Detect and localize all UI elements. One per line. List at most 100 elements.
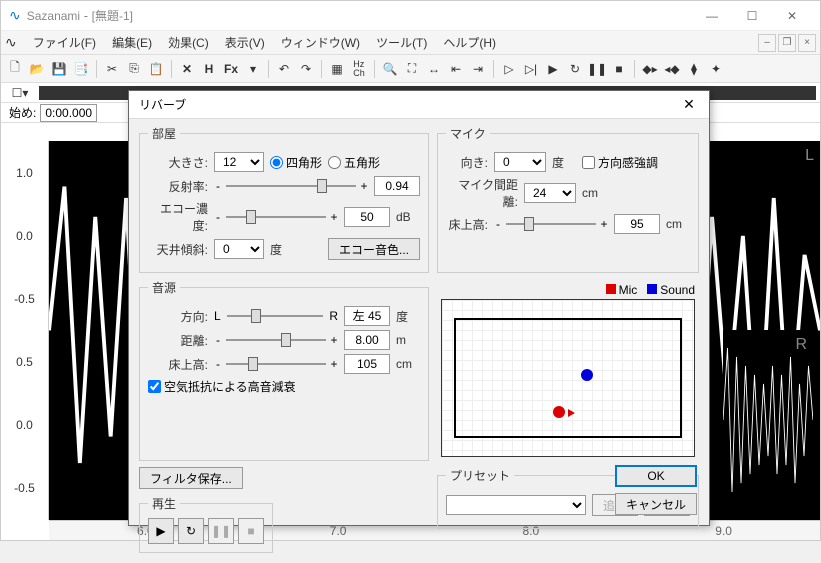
reflect-label: 反射率: xyxy=(148,178,208,195)
ceiling-label: 天井傾斜: xyxy=(148,241,208,258)
play-icon[interactable]: ▷ xyxy=(499,59,519,79)
play-skip-icon[interactable]: ▷| xyxy=(521,59,541,79)
mdi-close-button[interactable]: × xyxy=(798,34,816,52)
maximize-button[interactable]: ☐ xyxy=(732,2,772,30)
menu-window[interactable]: ウィンドウ(W) xyxy=(273,32,368,53)
echo-density-slider[interactable] xyxy=(226,207,326,227)
air-attenuation-checkbox[interactable]: 空気抵抗による高音減衰 xyxy=(148,378,296,395)
paste-icon[interactable]: 📋 xyxy=(146,59,166,79)
menu-help[interactable]: ヘルプ(H) xyxy=(435,32,504,53)
mic-direction-label: 向き: xyxy=(446,154,488,171)
preview-pause-button[interactable]: ❚❚ xyxy=(208,518,234,544)
source-group: 音源 方向: L R 左 45 度 距離: -+ 8.00 m 床上高: -+ … xyxy=(139,279,429,461)
loop-icon[interactable]: ↻ xyxy=(565,59,585,79)
source-direction-value[interactable]: 左 45 xyxy=(344,306,390,326)
pause-icon[interactable]: ❚❚ xyxy=(587,59,607,79)
menu-file[interactable]: ファイル(F) xyxy=(25,32,104,53)
start-label: 始め: xyxy=(9,104,36,121)
axis-tick: 0.0 xyxy=(16,229,33,243)
mic-height-slider[interactable] xyxy=(506,214,596,234)
source-direction-slider[interactable] xyxy=(227,306,324,326)
stop-icon[interactable]: ■ xyxy=(609,59,629,79)
menubar: ∿ ファイル(F) 編集(E) 効果(C) 表示(V) ウィンドウ(W) ツール… xyxy=(1,31,820,55)
marker-updown-icon[interactable]: ⧫ xyxy=(684,59,704,79)
grid-icon[interactable]: ▦ xyxy=(327,59,347,79)
save-icon[interactable]: 💾 xyxy=(49,59,69,79)
source-distance-label: 距離: xyxy=(148,332,208,349)
echo-density-value[interactable]: 50 xyxy=(344,207,390,227)
waveform-canvas-R[interactable]: R xyxy=(723,330,813,510)
L-label: L xyxy=(214,309,221,323)
new-icon[interactable]: 🗋 xyxy=(5,59,25,79)
start-time[interactable]: 0:00.000 xyxy=(40,104,97,122)
dialog-close-button[interactable]: ✕ xyxy=(679,96,699,113)
size-select[interactable]: 12 xyxy=(214,152,264,172)
source-distance-unit: m xyxy=(396,333,420,347)
cancel-button[interactable]: キャンセル xyxy=(615,493,697,515)
dropdown-icon[interactable]: ▾ xyxy=(243,59,263,79)
copy-icon[interactable]: ⎘ xyxy=(124,59,144,79)
reverb-dialog: リバーブ ✕ 部屋 大きさ: 12 四角形 五角形 反射率: -+ 0.94 エ… xyxy=(128,90,710,526)
ruler-tick: 9.0 xyxy=(715,524,732,538)
menu-tool[interactable]: ツール(T) xyxy=(368,32,435,53)
echo-tone-button[interactable]: エコー音色... xyxy=(328,238,420,260)
source-distance-value[interactable]: 8.00 xyxy=(344,330,390,350)
close-button[interactable]: ✕ xyxy=(772,2,812,30)
shape-pentagon-radio[interactable]: 五角形 xyxy=(328,154,380,171)
toolbar: 🗋 📂 💾 📑 ✂ ⎘ 📋 ✕ H Fx ▾ ↶ ↷ ▦ HzCh 🔍 ⛶ ↔ … xyxy=(1,55,820,83)
window-title: Sazanami - [無題-1] xyxy=(27,7,692,24)
reflect-value[interactable]: 0.94 xyxy=(374,176,420,196)
open-icon[interactable]: 📂 xyxy=(27,59,47,79)
titlebar: ∿ Sazanami - [無題-1] — ☐ ✕ xyxy=(1,1,820,31)
reflect-slider[interactable] xyxy=(226,176,356,196)
source-distance-slider[interactable] xyxy=(226,330,326,350)
source-direction-unit: 度 xyxy=(396,308,420,325)
mic-direction-select[interactable]: 0 xyxy=(494,152,546,172)
minimize-button[interactable]: — xyxy=(692,2,732,30)
preview-stop-button[interactable]: ■ xyxy=(238,518,264,544)
marker-expand-icon[interactable]: ✦ xyxy=(706,59,726,79)
mic-spacing-label: マイク間距離: xyxy=(446,176,518,210)
overview-dropdown[interactable]: ☐▾ xyxy=(5,83,35,103)
directional-sensitivity-checkbox[interactable]: 方向感強調 xyxy=(582,154,658,171)
skip-end-icon[interactable]: ⇥ xyxy=(468,59,488,79)
mic-dot-icon xyxy=(553,406,565,418)
source-height-value[interactable]: 105 xyxy=(344,354,390,374)
menu-edit[interactable]: 編集(E) xyxy=(104,32,160,53)
play-fast-icon[interactable]: ▶ xyxy=(543,59,563,79)
preview-play-button[interactable]: ▶ xyxy=(148,518,174,544)
redo-icon[interactable]: ↷ xyxy=(296,59,316,79)
mic-height-value[interactable]: 95 xyxy=(614,214,660,234)
mdi-minimize-button[interactable]: – xyxy=(758,34,776,52)
filter-save-button[interactable]: フィルタ保存... xyxy=(139,467,243,489)
marker-right-icon[interactable]: ◂◆ xyxy=(662,59,682,79)
undo-icon[interactable]: ↶ xyxy=(274,59,294,79)
preset-select[interactable] xyxy=(446,495,586,515)
ok-button[interactable]: OK xyxy=(615,465,697,487)
mic-height-unit: cm xyxy=(666,217,690,231)
tool-fx-icon[interactable]: Fx xyxy=(221,59,241,79)
cut-icon[interactable]: ✂ xyxy=(102,59,122,79)
zoomfit-icon[interactable]: ⛶ xyxy=(402,59,422,79)
fit-width-icon[interactable]: ↔ xyxy=(424,59,444,79)
room-graph[interactable] xyxy=(441,299,695,457)
room-group: 部屋 大きさ: 12 四角形 五角形 反射率: -+ 0.94 エコー濃度: -… xyxy=(139,125,429,273)
tool-x-icon[interactable]: ✕ xyxy=(177,59,197,79)
source-height-slider[interactable] xyxy=(226,354,326,374)
mic-spacing-select[interactable]: 24 xyxy=(524,183,576,203)
mdi-restore-button[interactable]: ❐ xyxy=(778,34,796,52)
marker-left-icon[interactable]: ◆▸ xyxy=(640,59,660,79)
echo-density-label: エコー濃度: xyxy=(148,200,208,234)
preview-loop-button[interactable]: ↻ xyxy=(178,518,204,544)
skip-start-icon[interactable]: ⇤ xyxy=(446,59,466,79)
ceiling-select[interactable]: 0 xyxy=(214,239,264,259)
mic-height-label: 床上高: xyxy=(446,216,488,233)
menu-view[interactable]: 表示(V) xyxy=(217,32,273,53)
shape-square-radio[interactable]: 四角形 xyxy=(270,154,322,171)
zoom-icon[interactable]: 🔍 xyxy=(380,59,400,79)
saveall-icon[interactable]: 📑 xyxy=(71,59,91,79)
tool-h-icon[interactable]: H xyxy=(199,59,219,79)
hzch-icon[interactable]: HzCh xyxy=(349,59,369,79)
room-legend: 部屋 xyxy=(148,125,180,142)
menu-effect[interactable]: 効果(C) xyxy=(160,32,217,53)
